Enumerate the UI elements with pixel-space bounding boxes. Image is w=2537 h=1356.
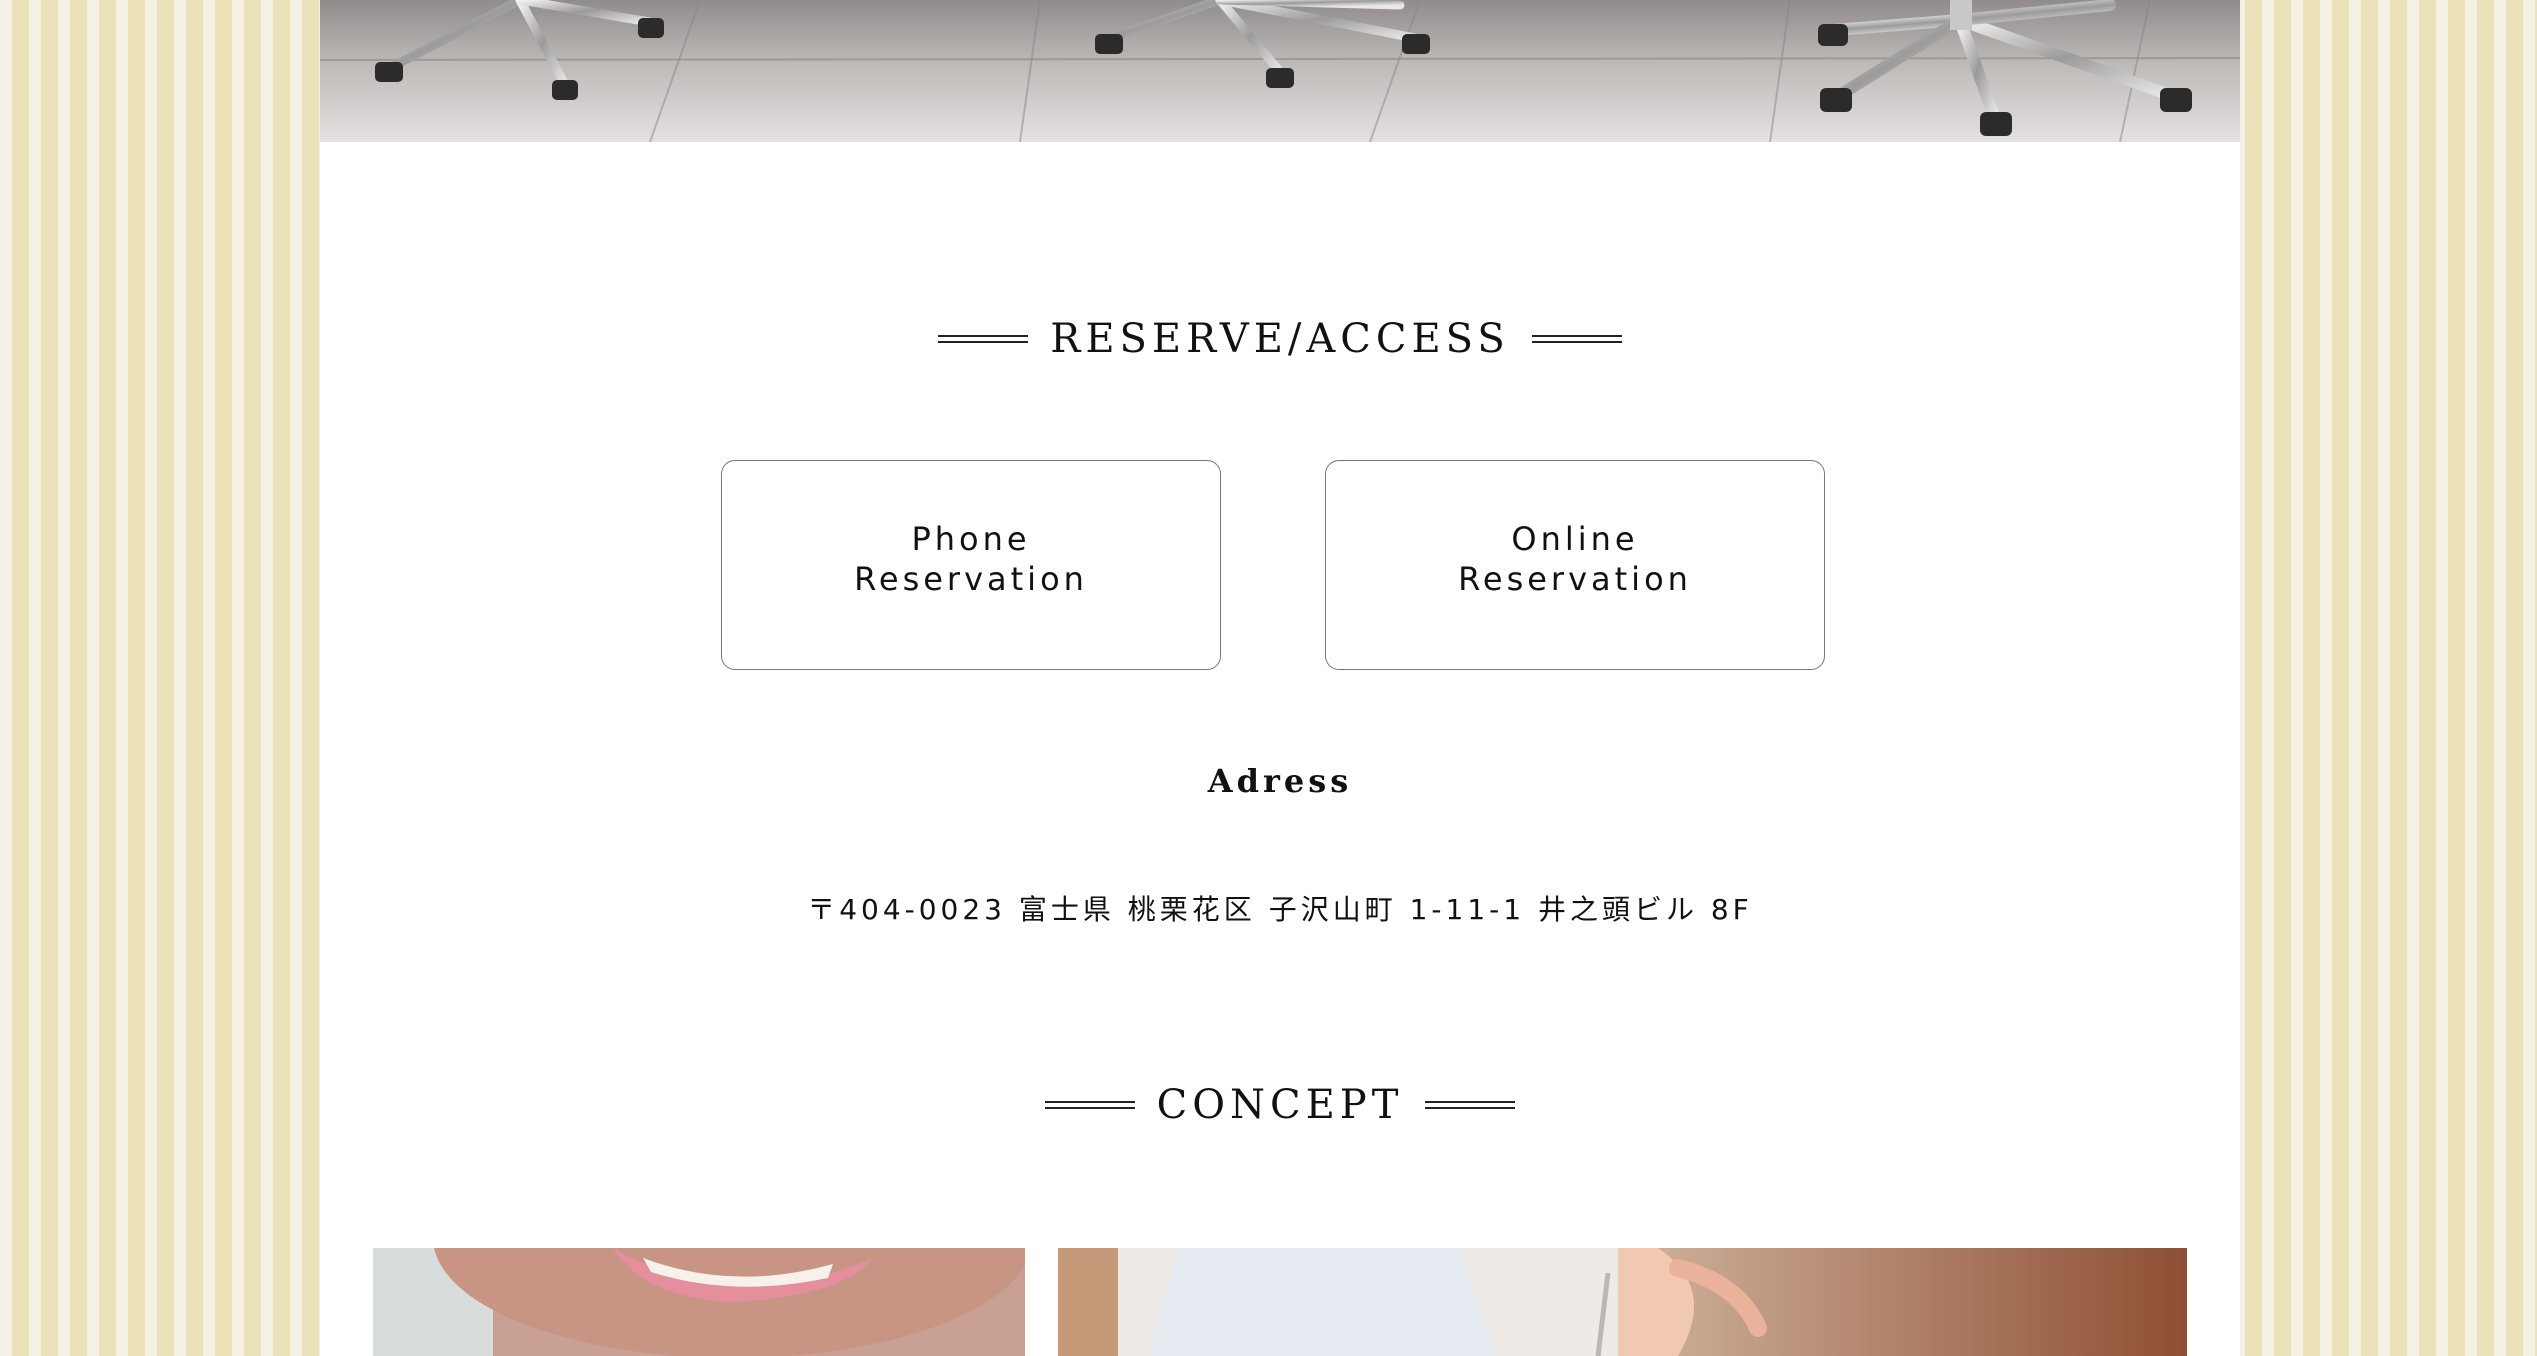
- reserve-access-title: RESERVE/ACCESS: [1050, 316, 1510, 362]
- concept-image-haircut: [1058, 1248, 2187, 1356]
- reserve-access-heading: RESERVE/ACCESS: [320, 316, 2240, 362]
- hero-image: [320, 0, 2240, 142]
- heading-rule-left: [938, 335, 1029, 343]
- address-heading: Adress: [1207, 762, 1353, 800]
- main-content: RESERVE/ACCESS Phone Reservation Online …: [320, 0, 2240, 1356]
- online-reservation-label: Online Reservation: [1458, 520, 1692, 598]
- phone-reservation-button[interactable]: Phone Reservation: [721, 460, 1221, 670]
- concept-image-smile: [373, 1248, 1025, 1356]
- heading-rule-right: [1531, 335, 1622, 343]
- phone-reservation-label: Phone Reservation: [854, 520, 1088, 598]
- address-text: 〒404-0023 富士県 桃栗花区 子沢山町 1-11-1 井之頭ビル 8F: [807, 893, 1753, 926]
- heading-rule-right: [1425, 1101, 1516, 1109]
- online-reservation-button[interactable]: Online Reservation: [1325, 460, 1825, 670]
- heading-rule-left: [1044, 1101, 1135, 1109]
- concept-heading: CONCEPT: [320, 1082, 2240, 1128]
- concept-title: CONCEPT: [1156, 1082, 1404, 1128]
